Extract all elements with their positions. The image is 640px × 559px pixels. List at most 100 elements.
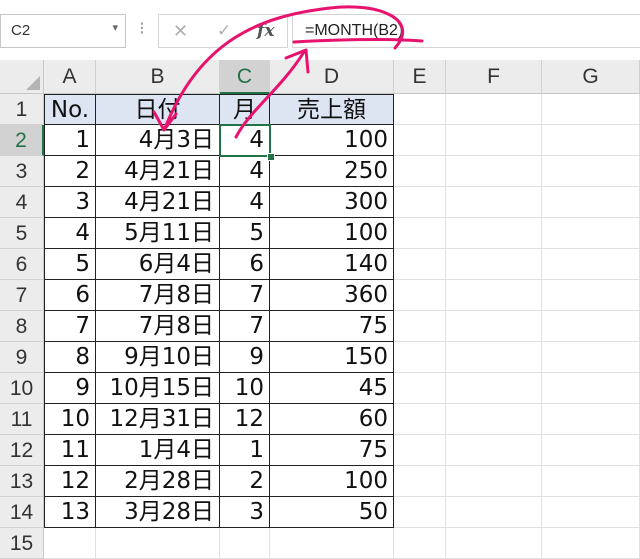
cell-d2[interactable]: 100 bbox=[270, 125, 394, 156]
cell-c11[interactable]: 12 bbox=[220, 404, 270, 435]
cell-f7[interactable] bbox=[446, 280, 542, 311]
cell-e5[interactable] bbox=[394, 218, 446, 249]
cell-a14[interactable]: 13 bbox=[44, 497, 96, 528]
cell-g14[interactable] bbox=[542, 497, 640, 528]
cell-b1[interactable]: 日付 bbox=[96, 94, 220, 125]
cell-e2[interactable] bbox=[394, 125, 446, 156]
column-header-a[interactable]: A bbox=[44, 60, 96, 94]
cell-b11[interactable]: 12月31日 bbox=[96, 404, 220, 435]
cell-g13[interactable] bbox=[542, 466, 640, 497]
cell-g15[interactable] bbox=[542, 528, 640, 559]
cell-d4[interactable]: 300 bbox=[270, 187, 394, 218]
cell-d13[interactable]: 100 bbox=[270, 466, 394, 497]
cell-f10[interactable] bbox=[446, 373, 542, 404]
row-header-6[interactable]: 6 bbox=[0, 249, 44, 280]
cell-e15[interactable] bbox=[394, 528, 446, 559]
cell-f9[interactable] bbox=[446, 342, 542, 373]
column-header-c[interactable]: C bbox=[220, 60, 270, 94]
cell-f5[interactable] bbox=[446, 218, 542, 249]
cell-e9[interactable] bbox=[394, 342, 446, 373]
cell-a3[interactable]: 2 bbox=[44, 156, 96, 187]
cell-a10[interactable]: 9 bbox=[44, 373, 96, 404]
column-header-g[interactable]: G bbox=[542, 60, 640, 94]
cell-b4[interactable]: 4月21日 bbox=[96, 187, 220, 218]
fill-handle[interactable] bbox=[267, 153, 275, 161]
formula-input[interactable]: =MONTH(B2) bbox=[292, 14, 640, 48]
cell-g6[interactable] bbox=[542, 249, 640, 280]
cell-b8[interactable]: 7月8日 bbox=[96, 311, 220, 342]
cell-g2[interactable] bbox=[542, 125, 640, 156]
cell-b7[interactable]: 7月8日 bbox=[96, 280, 220, 311]
cell-a13[interactable]: 12 bbox=[44, 466, 96, 497]
cell-e6[interactable] bbox=[394, 249, 446, 280]
cell-g1[interactable] bbox=[542, 94, 640, 125]
cell-e8[interactable] bbox=[394, 311, 446, 342]
cell-e7[interactable] bbox=[394, 280, 446, 311]
cell-e4[interactable] bbox=[394, 187, 446, 218]
row-header-14[interactable]: 14 bbox=[0, 497, 44, 528]
cell-a4[interactable]: 3 bbox=[44, 187, 96, 218]
cell-a11[interactable]: 10 bbox=[44, 404, 96, 435]
cell-e1[interactable] bbox=[394, 94, 446, 125]
cell-g7[interactable] bbox=[542, 280, 640, 311]
drag-handle-icon[interactable]: ⁝ bbox=[139, 20, 145, 38]
cell-b13[interactable]: 2月28日 bbox=[96, 466, 220, 497]
cell-c15[interactable] bbox=[220, 528, 270, 559]
cell-f2[interactable] bbox=[446, 125, 542, 156]
row-header-12[interactable]: 12 bbox=[0, 435, 44, 466]
cell-b15[interactable] bbox=[96, 528, 220, 559]
cell-f13[interactable] bbox=[446, 466, 542, 497]
cell-b9[interactable]: 9月10日 bbox=[96, 342, 220, 373]
cell-a9[interactable]: 8 bbox=[44, 342, 96, 373]
cell-d11[interactable]: 60 bbox=[270, 404, 394, 435]
cell-g9[interactable] bbox=[542, 342, 640, 373]
cell-d12[interactable]: 75 bbox=[270, 435, 394, 466]
cell-e3[interactable] bbox=[394, 156, 446, 187]
cell-c1[interactable]: 月 bbox=[220, 94, 270, 125]
cell-d5[interactable]: 100 bbox=[270, 218, 394, 249]
cell-d9[interactable]: 150 bbox=[270, 342, 394, 373]
chevron-down-icon[interactable]: ▾ bbox=[112, 21, 118, 34]
cell-g12[interactable] bbox=[542, 435, 640, 466]
cell-b5[interactable]: 5月11日 bbox=[96, 218, 220, 249]
cell-f14[interactable] bbox=[446, 497, 542, 528]
cell-a12[interactable]: 11 bbox=[44, 435, 96, 466]
column-header-e[interactable]: E bbox=[394, 60, 446, 94]
cell-a7[interactable]: 6 bbox=[44, 280, 96, 311]
cell-d6[interactable]: 140 bbox=[270, 249, 394, 280]
cell-b10[interactable]: 10月15日 bbox=[96, 373, 220, 404]
cell-f1[interactable] bbox=[446, 94, 542, 125]
cell-a6[interactable]: 5 bbox=[44, 249, 96, 280]
cell-d1[interactable]: 売上額 bbox=[270, 94, 394, 125]
cell-g4[interactable] bbox=[542, 187, 640, 218]
cell-e12[interactable] bbox=[394, 435, 446, 466]
cell-a2[interactable]: 1 bbox=[44, 125, 96, 156]
cell-c3[interactable]: 4 bbox=[220, 156, 270, 187]
cell-a5[interactable]: 4 bbox=[44, 218, 96, 249]
insert-function-icon[interactable]: fx bbox=[257, 21, 274, 41]
row-header-4[interactable]: 4 bbox=[0, 187, 44, 218]
cell-c7[interactable]: 7 bbox=[220, 280, 270, 311]
cell-d15[interactable] bbox=[270, 528, 394, 559]
cancel-icon[interactable]: ✕ bbox=[173, 21, 188, 42]
cell-e11[interactable] bbox=[394, 404, 446, 435]
row-header-8[interactable]: 8 bbox=[0, 311, 44, 342]
cell-f6[interactable] bbox=[446, 249, 542, 280]
cell-g10[interactable] bbox=[542, 373, 640, 404]
cell-g3[interactable] bbox=[542, 156, 640, 187]
cell-f11[interactable] bbox=[446, 404, 542, 435]
cell-d8[interactable]: 75 bbox=[270, 311, 394, 342]
cell-b14[interactable]: 3月28日 bbox=[96, 497, 220, 528]
enter-icon[interactable]: ✓ bbox=[217, 21, 231, 41]
column-header-b[interactable]: B bbox=[96, 60, 220, 94]
cell-f4[interactable] bbox=[446, 187, 542, 218]
cell-e14[interactable] bbox=[394, 497, 446, 528]
cell-a15[interactable] bbox=[44, 528, 96, 559]
cell-d10[interactable]: 45 bbox=[270, 373, 394, 404]
cell-g5[interactable] bbox=[542, 218, 640, 249]
select-all-corner[interactable] bbox=[0, 60, 44, 94]
cell-b3[interactable]: 4月21日 bbox=[96, 156, 220, 187]
row-header-2[interactable]: 2 bbox=[0, 125, 44, 156]
row-header-1[interactable]: 1 bbox=[0, 94, 44, 125]
row-header-5[interactable]: 5 bbox=[0, 218, 44, 249]
